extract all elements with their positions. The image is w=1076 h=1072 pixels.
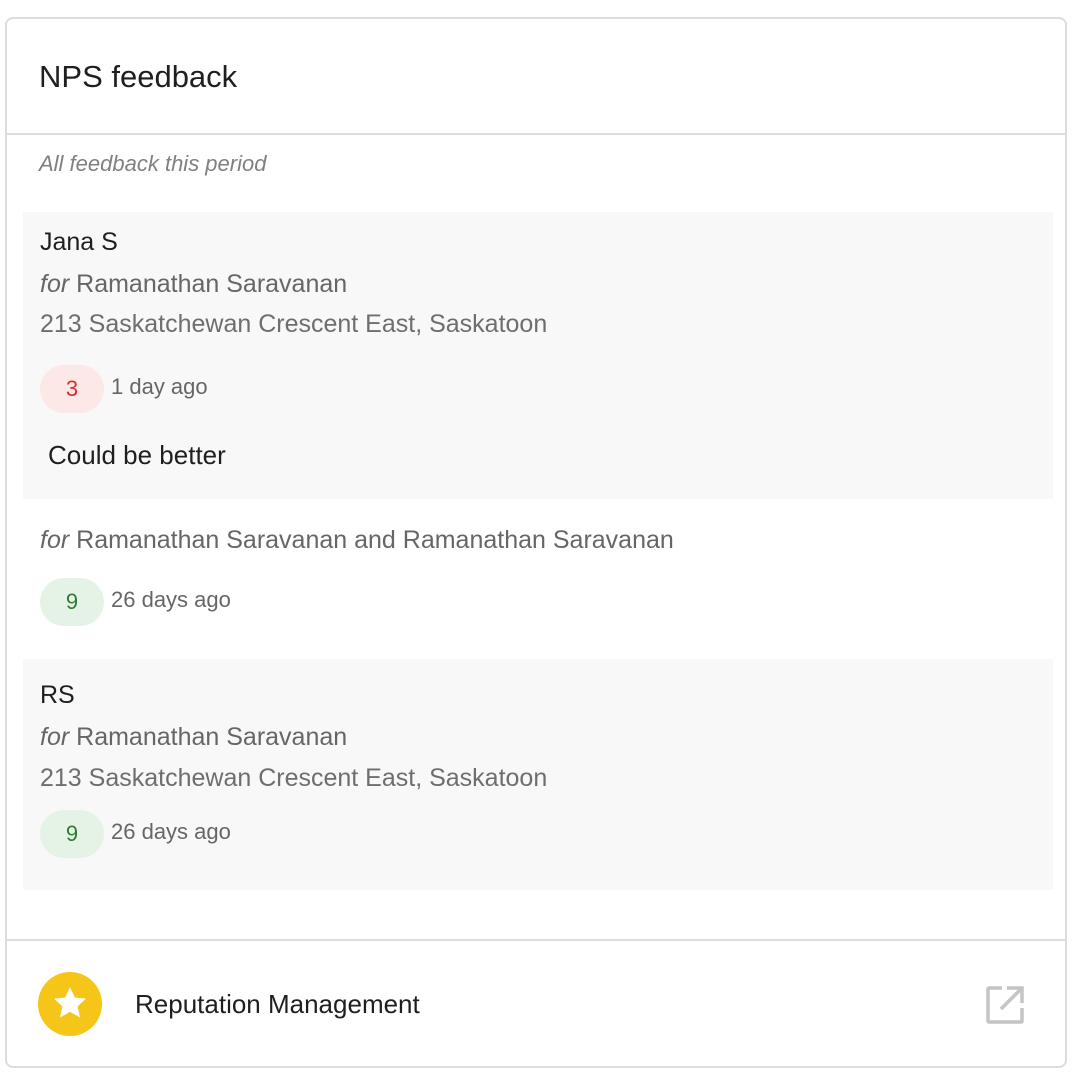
external-link-icon[interactable]: [977, 977, 1033, 1033]
agent-name: Ramanathan Saravanan and Ramanathan Sara…: [76, 526, 674, 554]
nps-score-badge: 9: [40, 810, 104, 858]
nps-feedback-card: NPS feedback All feedback this period Ja…: [5, 17, 1067, 1068]
customer-name: Jana S: [40, 228, 118, 256]
nps-score-badge: 9: [40, 578, 104, 626]
feedback-period-subtitle: All feedback this period: [39, 151, 267, 176]
star-icon: [38, 972, 102, 1036]
feedback-item[interactable]: Jana S for Ramanathan Saravanan 213 Sask…: [23, 212, 1053, 499]
agent-line: for Ramanathan Saravanan: [40, 720, 347, 754]
card-header: NPS feedback: [7, 19, 1065, 135]
feedback-item[interactable]: for Ramanathan Saravanan and Ramanathan …: [23, 499, 1053, 659]
agent-name: Ramanathan Saravanan: [76, 270, 348, 298]
feedback-time: 1 day ago: [111, 374, 208, 399]
agent-line: for Ramanathan Saravanan and Ramanathan …: [40, 523, 674, 557]
feedback-time: 26 days ago: [111, 587, 231, 612]
app-name: Reputation Management: [135, 989, 420, 1019]
for-label: for: [40, 270, 70, 298]
card-title: NPS feedback: [39, 59, 238, 94]
feedback-comment: Could be better: [48, 440, 226, 470]
agent-line: for Ramanathan Saravanan: [40, 267, 347, 301]
for-label: for: [40, 526, 70, 554]
customer-name: RS: [40, 681, 75, 709]
feedback-time: 26 days ago: [111, 819, 231, 844]
property-address: 213 Saskatchewan Crescent East, Saskatoo…: [40, 764, 548, 792]
agent-name: Ramanathan Saravanan: [76, 723, 348, 751]
feedback-item[interactable]: RS for Ramanathan Saravanan 213 Saskatch…: [23, 659, 1053, 890]
nps-score-badge: 3: [40, 365, 104, 413]
property-address: 213 Saskatchewan Crescent East, Saskatoo…: [40, 310, 548, 338]
card-footer: Reputation Management: [7, 939, 1065, 1066]
for-label: for: [40, 723, 70, 751]
